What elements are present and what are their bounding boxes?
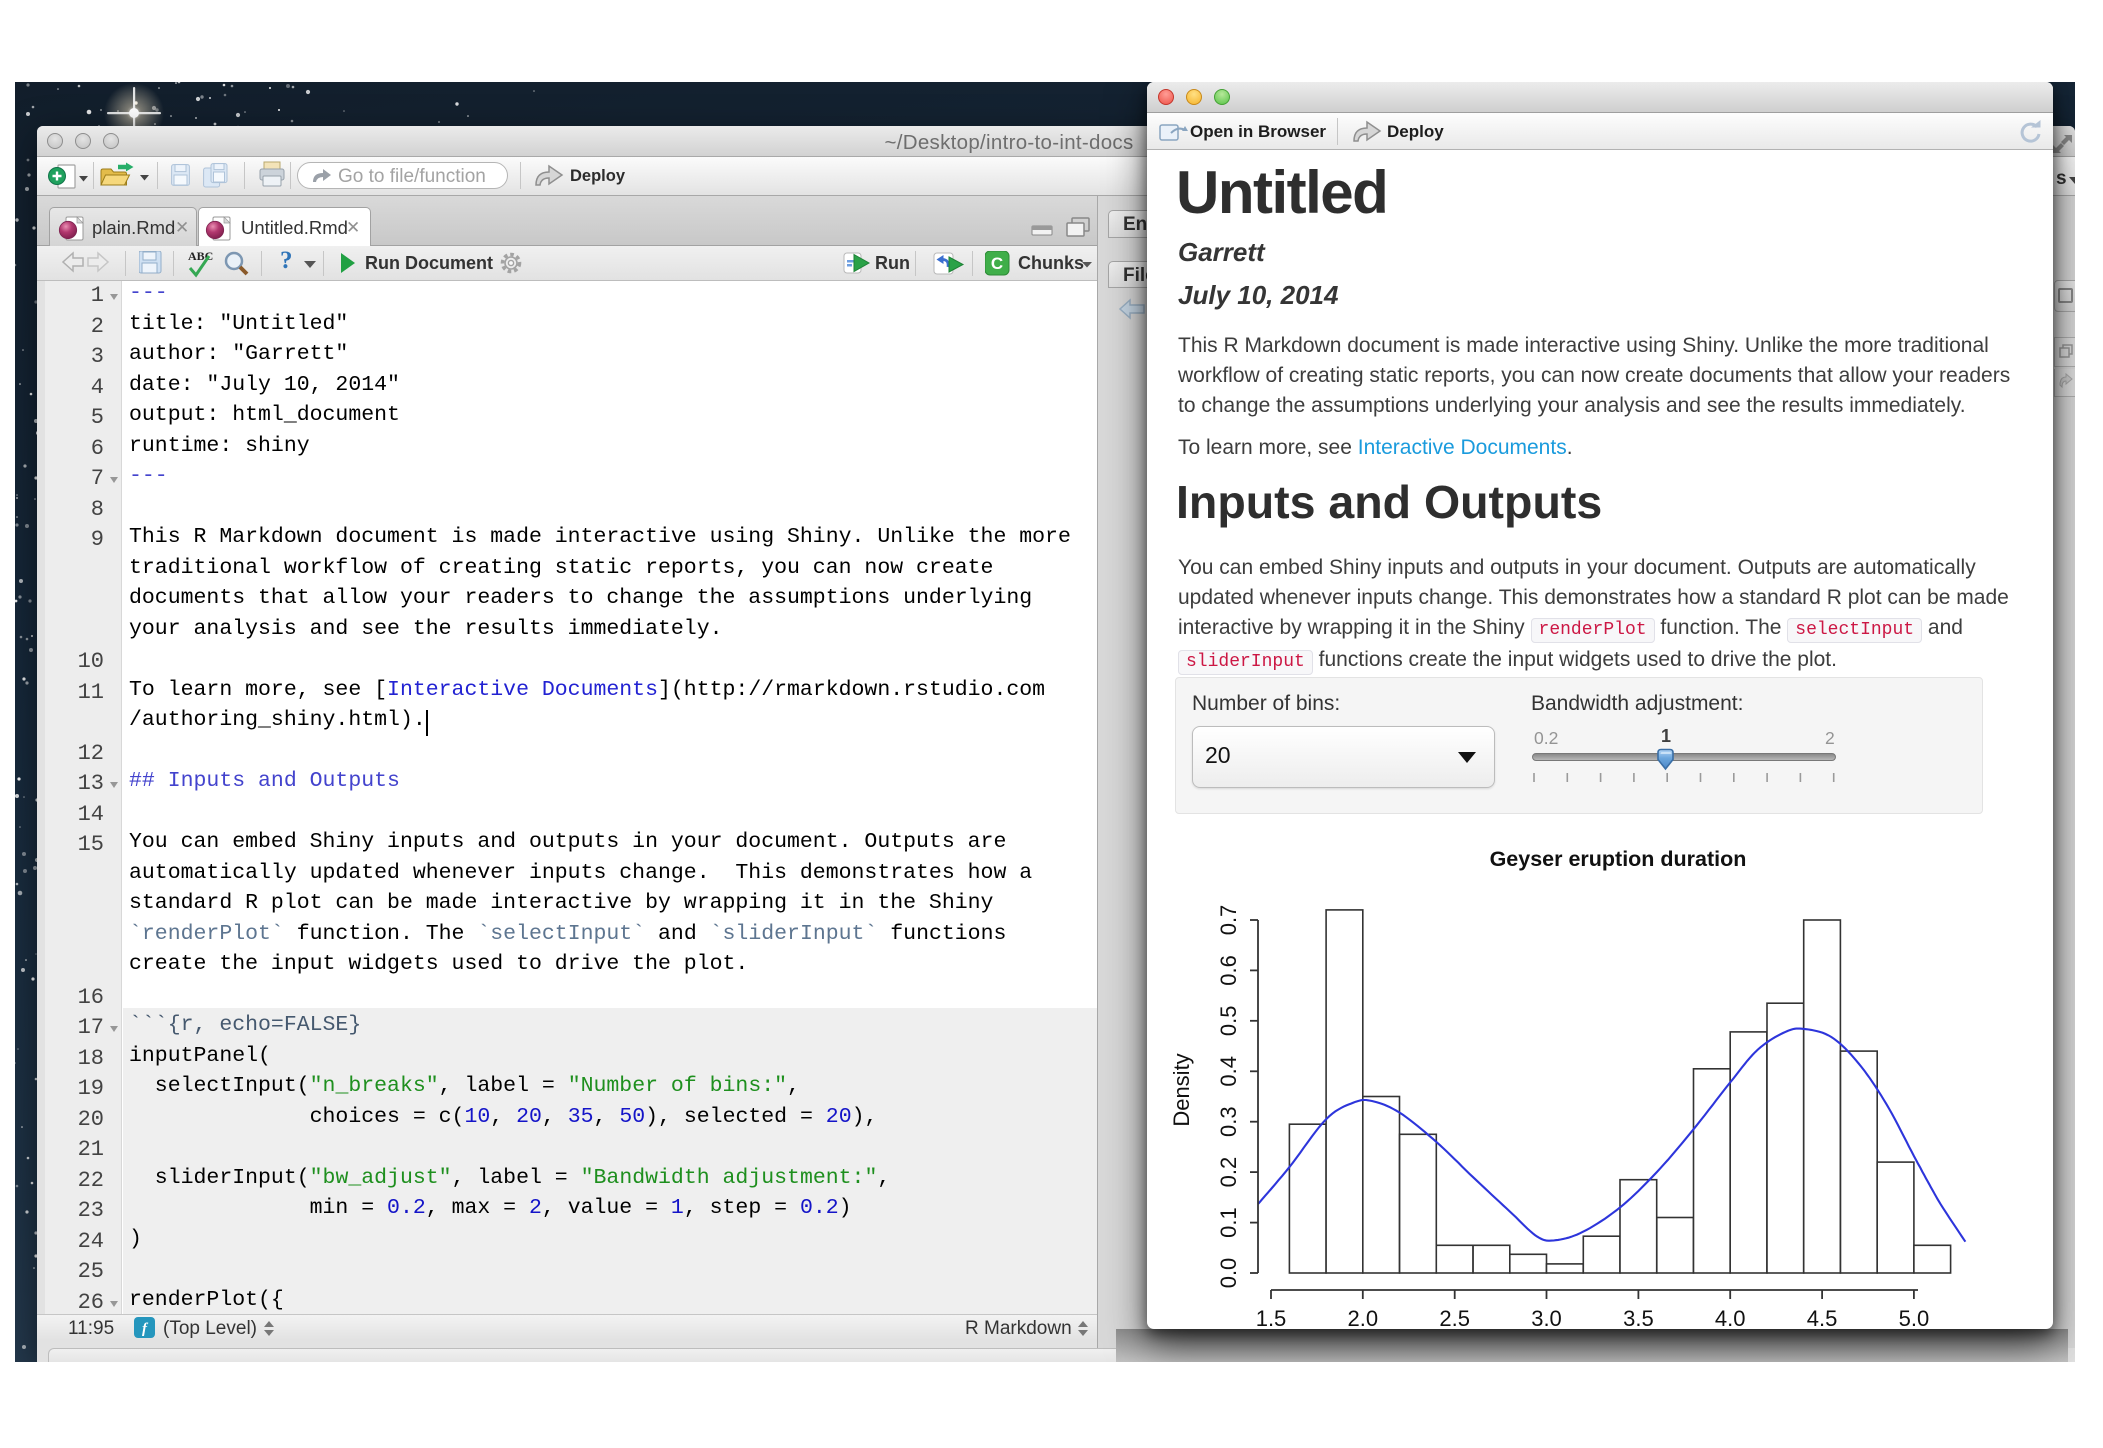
svg-text:3.5: 3.5	[1623, 1306, 1654, 1330]
svg-text:Geyser eruption duration: Geyser eruption duration	[1490, 847, 1747, 871]
svg-text:1.5: 1.5	[1256, 1306, 1287, 1330]
svg-text:0.4: 0.4	[1216, 1056, 1241, 1087]
svg-text:2.0: 2.0	[1348, 1306, 1379, 1330]
svg-text:0.6: 0.6	[1216, 955, 1241, 986]
svg-text:0.5: 0.5	[1216, 1006, 1241, 1037]
svg-text:C: C	[991, 254, 1003, 273]
svg-text:0.1: 0.1	[1216, 1207, 1241, 1238]
svg-text:2.5: 2.5	[1439, 1306, 1470, 1330]
svg-text:4.0: 4.0	[1715, 1306, 1746, 1330]
svg-text:5.0: 5.0	[1899, 1306, 1930, 1330]
svg-text:0.0: 0.0	[1216, 1258, 1241, 1289]
svg-text:ABC: ABC	[188, 249, 213, 263]
svg-text:0.3: 0.3	[1216, 1106, 1241, 1137]
svg-text:0.2: 0.2	[1216, 1157, 1241, 1188]
svg-text:Density: Density	[1169, 1053, 1194, 1126]
svg-text:4.5: 4.5	[1807, 1306, 1838, 1330]
svg-text:0.7: 0.7	[1216, 905, 1241, 936]
svg-text:3.0: 3.0	[1531, 1306, 1562, 1330]
